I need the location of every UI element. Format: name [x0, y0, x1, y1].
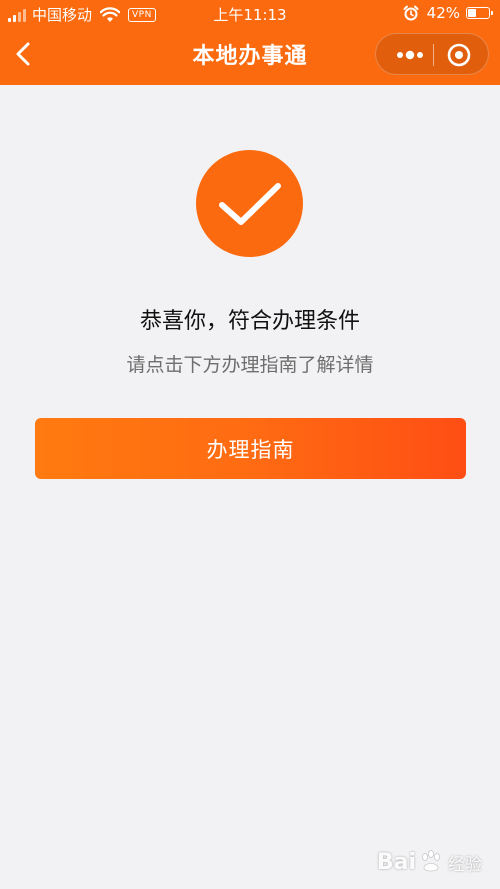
capsule-divider — [433, 44, 434, 66]
watermark-brand: Bai — [376, 849, 416, 875]
watermark: Bai 经验 — [377, 849, 482, 875]
result-headline: 恭喜你，符合办理条件 — [139, 309, 360, 334]
status-bar: 中国移动 VPN 上午11:13 42% — [0, 0, 500, 28]
mini-program-capsule — [375, 33, 489, 75]
success-badge — [196, 150, 303, 257]
alarm-icon — [403, 5, 419, 21]
more-dots-icon[interactable] — [390, 45, 430, 65]
result-subtext: 请点击下方办理指南了解详情 — [126, 354, 374, 376]
paw-icon — [422, 850, 440, 872]
guide-button[interactable]: 办理指南 — [35, 418, 466, 479]
battery-icon — [466, 7, 493, 19]
battery-level — [468, 9, 477, 17]
battery-percent: 42% — [426, 4, 460, 22]
watermark-suffix: 经验 — [448, 854, 482, 875]
checkmark-icon — [219, 183, 281, 225]
header: 中国移动 VPN 上午11:13 42% 本地办事通 — [0, 0, 500, 85]
close-circle-icon[interactable] — [446, 42, 472, 68]
status-right: 42% — [403, 4, 493, 22]
